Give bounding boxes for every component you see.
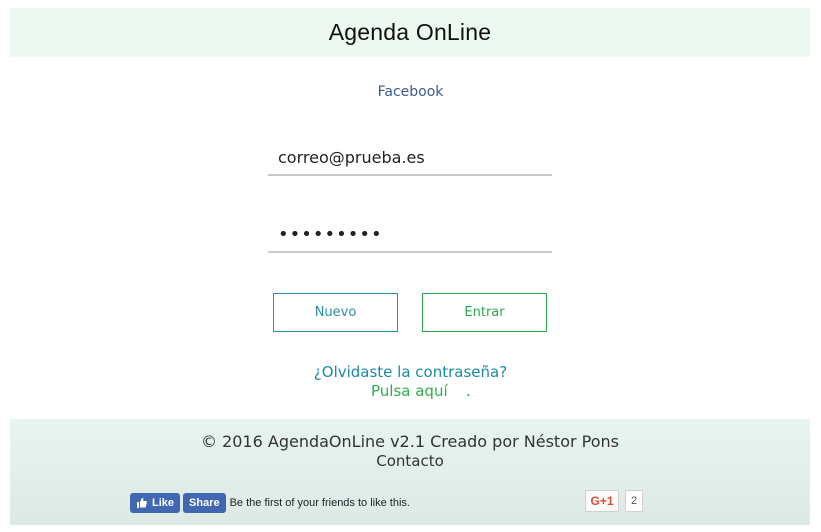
share-label: Share <box>189 497 220 509</box>
new-account-button[interactable]: Nuevo <box>273 293 398 332</box>
facebook-like-widget: Like Share Be the first of your friends … <box>130 493 410 513</box>
app-title: Agenda OnLine <box>328 19 492 45</box>
reset-password-suffix: . <box>466 382 471 400</box>
contact-link[interactable]: Contacto <box>10 452 810 470</box>
reset-password-link[interactable]: Pulsa aquí <box>371 382 448 400</box>
app-header: Agenda OnLine <box>10 8 810 57</box>
google-plus-count: 2 <box>625 490 643 512</box>
copyright-text: © 2016 AgendaOnLine v2.1 Creado por Nést… <box>200 432 619 451</box>
facebook-social-text: Be the first of your friends to like thi… <box>229 497 410 509</box>
facebook-share-button[interactable]: Share <box>183 493 226 513</box>
forgot-password-text: ¿Olvidaste la contraseña? <box>313 363 508 381</box>
like-label: Like <box>152 497 175 509</box>
password-field[interactable] <box>268 223 552 253</box>
email-field[interactable] <box>268 147 552 176</box>
login-button[interactable]: Entrar <box>422 293 547 332</box>
google-plus-widget: G+1 2 <box>585 490 643 512</box>
facebook-login-link[interactable]: Facebook <box>0 84 821 100</box>
facebook-like-button[interactable]: Like <box>130 493 181 513</box>
google-plus-button[interactable]: G+1 <box>585 490 619 512</box>
page-footer: © 2016 AgendaOnLine v2.1 Creado por Nést… <box>10 419 810 525</box>
thumbs-up-icon <box>137 498 147 508</box>
